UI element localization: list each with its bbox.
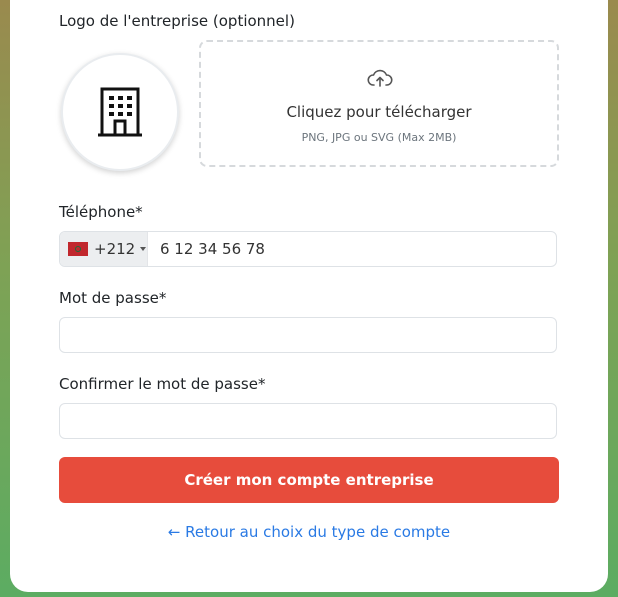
dial-code: +212 [94, 240, 136, 258]
password-input[interactable] [59, 317, 557, 353]
confirm-password-label: Confirmer le mot de passe* [59, 375, 266, 393]
logo-label: Logo de l'entreprise (optionnel) [59, 12, 295, 30]
chevron-down-icon [140, 247, 147, 251]
back-to-account-type-link[interactable]: ← Retour au choix du type de compte [10, 523, 608, 541]
phone-label: Téléphone* [59, 203, 143, 221]
signup-form-card: Logo de l'entreprise (optionnel) Cliquez… [10, 0, 608, 592]
logo-preview[interactable] [61, 53, 179, 171]
upload-hint: PNG, JPG ou SVG (Max 2MB) [301, 131, 457, 144]
confirm-password-input[interactable] [59, 403, 557, 439]
create-account-button[interactable]: Créer mon compte entreprise [59, 457, 559, 503]
country-code-select[interactable]: +212 [60, 232, 148, 266]
phone-input[interactable] [148, 232, 556, 266]
building-icon [98, 87, 142, 137]
morocco-flag-icon [68, 242, 88, 256]
phone-field-group: +212 [59, 231, 557, 267]
cloud-upload-icon [367, 69, 393, 87]
password-label: Mot de passe* [59, 289, 167, 307]
logo-upload-dropzone[interactable]: Cliquez pour télécharger PNG, JPG ou SVG… [199, 40, 559, 167]
upload-title: Cliquez pour télécharger [286, 103, 472, 121]
